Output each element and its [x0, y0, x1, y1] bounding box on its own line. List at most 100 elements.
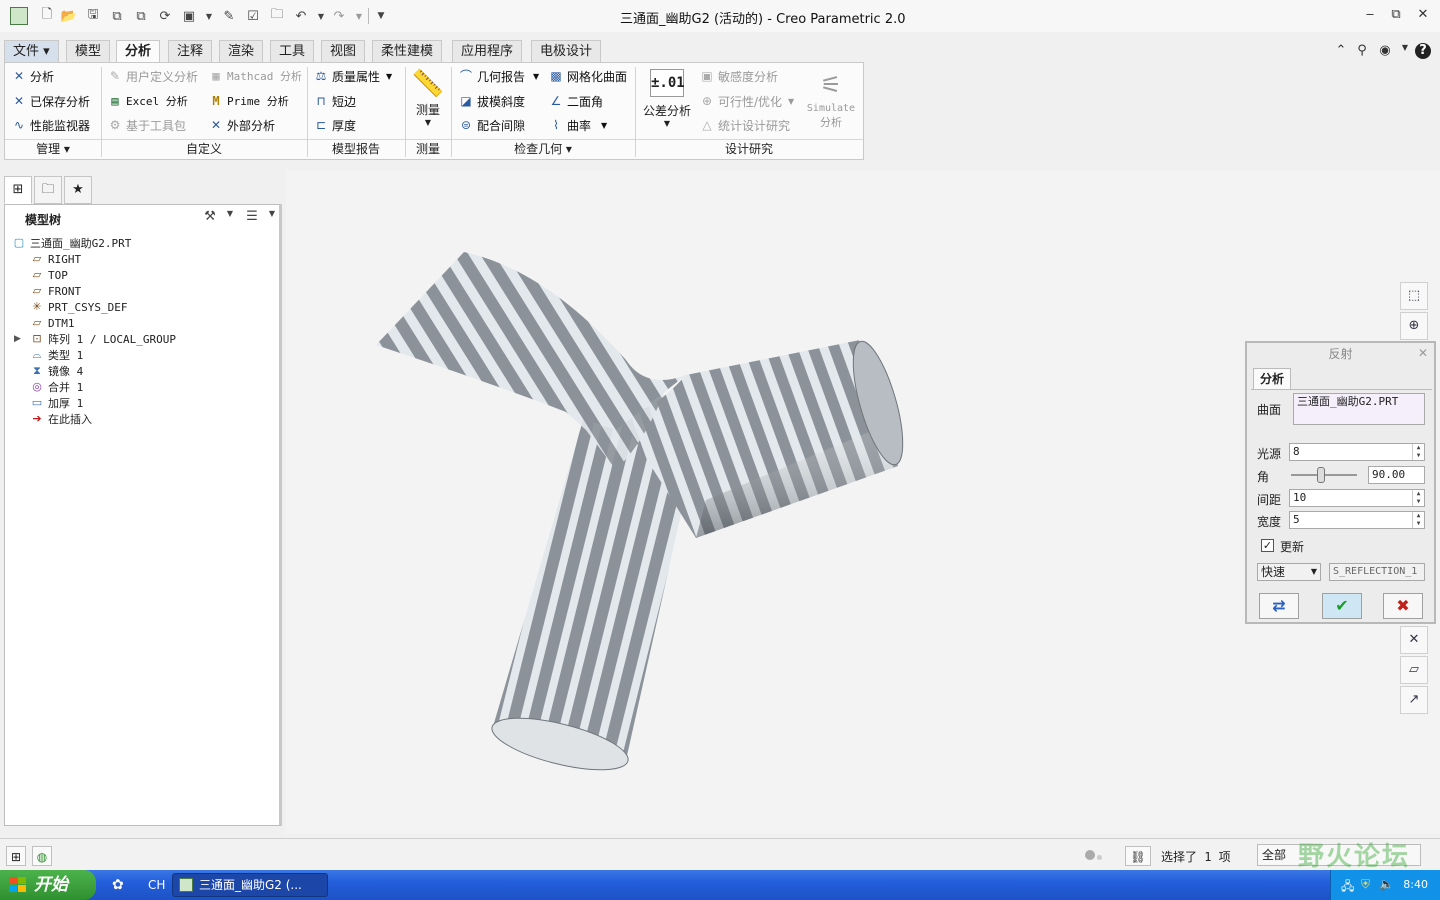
- network-icon[interactable]: 🖧: [1341, 877, 1354, 898]
- tree-node-dtm1[interactable]: ▱ DTM1: [29, 315, 75, 331]
- mathcad-analysis-button[interactable]: ▦ Mathcad 分析: [208, 66, 302, 86]
- open-icon[interactable]: 📂: [60, 7, 78, 25]
- feasibility-button[interactable]: ⊕ 可行性/优化 ▼: [699, 91, 794, 111]
- clearance-button[interactable]: ⊜ 配合间隙: [458, 115, 525, 135]
- volume-icon[interactable]: 🔈: [1379, 877, 1394, 891]
- simulate-analysis-button[interactable]: ⚟ Simulate 分析: [805, 67, 857, 137]
- quality-select[interactable]: 快速 ▼: [1257, 563, 1321, 581]
- mass-properties-button[interactable]: ⚖ 质量属性 ▼: [313, 66, 393, 86]
- taskbar-item-creo[interactable]: 三通面_幽助G2 (...: [172, 873, 328, 897]
- edit-icon[interactable]: ✎: [220, 7, 238, 25]
- analysis-button[interactable]: ✕ 分析: [11, 66, 54, 86]
- app-icon[interactable]: [10, 7, 28, 25]
- spinner-icon[interactable]: ▲ ▼: [1412, 444, 1424, 460]
- refit-icon[interactable]: ⬚: [1400, 282, 1428, 310]
- chevron-down-icon[interactable]: ▼: [263, 209, 281, 227]
- tree-columns-icon[interactable]: ☰: [243, 209, 261, 227]
- tree-node-csys[interactable]: ✳ PRT_CSYS_DEF: [29, 299, 127, 315]
- clock[interactable]: 8:40: [1403, 878, 1428, 891]
- search-icon[interactable]: ⚲: [1354, 43, 1370, 59]
- folder-browser-tab-icon[interactable]: 🗀: [34, 176, 62, 204]
- axis-display-icon[interactable]: ↗: [1400, 686, 1428, 714]
- community-dropdown-icon[interactable]: ▼: [1397, 43, 1413, 59]
- window-dropdown-icon[interactable]: ▼: [200, 7, 218, 25]
- tab-file[interactable]: 文件 ▾: [4, 40, 59, 62]
- folder-icon[interactable]: 🗀: [268, 7, 286, 25]
- undo-icon[interactable]: ↶: [292, 7, 310, 25]
- cancel-button[interactable]: ✖: [1383, 593, 1423, 619]
- measure-button[interactable]: 📏 测量 ▼: [411, 67, 445, 137]
- save-copy-icon[interactable]: ⧉: [108, 7, 126, 25]
- manage-group-label[interactable]: 管理 ▾: [5, 139, 101, 159]
- angle-field[interactable]: 90.00: [1368, 466, 1425, 484]
- restore-button[interactable]: ⧉: [1386, 7, 1406, 25]
- performance-monitor-button[interactable]: ∿ 性能监视器: [11, 115, 90, 135]
- expand-arrow-icon[interactable]: ▶: [14, 334, 21, 344]
- save-icon[interactable]: 🖫: [84, 7, 102, 25]
- help-icon[interactable]: ?: [1415, 43, 1431, 59]
- undo-dropdown-icon[interactable]: ▼: [312, 7, 330, 25]
- excel-analysis-button[interactable]: ▤ Excel 分析: [107, 91, 187, 111]
- tree-node-mirror[interactable]: ⧗ 镜像 4: [29, 363, 83, 379]
- tab-analysis[interactable]: 分析: [116, 40, 161, 63]
- angle-slider-thumb[interactable]: [1316, 467, 1325, 483]
- tree-settings-icon[interactable]: ⚒: [201, 209, 219, 227]
- shield-icon[interactable]: ⛨: [1361, 877, 1370, 892]
- inspect-geometry-group-label[interactable]: 检查几何 ▾: [451, 139, 635, 159]
- redo-dropdown-icon[interactable]: ▼: [350, 7, 368, 25]
- zoom-in-icon[interactable]: ⊕: [1400, 312, 1428, 340]
- mesh-surface-button[interactable]: ▩ 网格化曲面: [548, 66, 627, 86]
- browser-toggle-icon[interactable]: ◍: [32, 846, 52, 866]
- external-analysis-button[interactable]: ✕ 外部分析: [208, 115, 275, 135]
- minimize-button[interactable]: ‒: [1360, 7, 1380, 25]
- tab-model[interactable]: 模型: [66, 40, 111, 62]
- model-tree-toggle-icon[interactable]: ⊞: [6, 846, 26, 866]
- tree-node-merge[interactable]: ◎ 合并 1: [29, 379, 83, 395]
- tree-node-top[interactable]: ▱ TOP: [29, 267, 68, 283]
- quick-launch-icon[interactable]: ✿: [112, 873, 124, 897]
- thickness-button[interactable]: ⊏ 厚度: [313, 115, 356, 135]
- draft-button[interactable]: ◪ 拔模斜度: [458, 91, 525, 111]
- close-icon[interactable]: ✕: [1418, 346, 1428, 360]
- close-button[interactable]: ✕: [1413, 7, 1433, 25]
- light-source-field[interactable]: 8 ▲ ▼: [1289, 443, 1425, 461]
- tab-analysis[interactable]: 分析: [1253, 368, 1292, 390]
- chevron-down-icon[interactable]: ▼: [221, 209, 239, 227]
- community-icon[interactable]: ◉: [1377, 43, 1393, 59]
- new-icon[interactable]: 🗋: [38, 7, 56, 25]
- tree-node-insert-here[interactable]: ➔ 在此插入: [29, 411, 92, 427]
- tab-tools[interactable]: 工具: [270, 40, 315, 62]
- favorites-tab-icon[interactable]: ★: [64, 176, 92, 204]
- tree-node-front[interactable]: ▱ FRONT: [29, 283, 81, 299]
- tab-electrode-design[interactable]: 电极设计: [531, 40, 602, 62]
- saved-analysis-button[interactable]: ✕ 已保存分析: [11, 91, 90, 111]
- tree-node-pattern[interactable]: ⊡ 阵列 1 / LOCAL_GROUP: [29, 331, 176, 347]
- tab-applications[interactable]: 应用程序: [452, 40, 523, 62]
- tab-annotate[interactable]: 注释: [168, 40, 213, 62]
- curvature-button[interactable]: ⌇ 曲率 ▼: [548, 115, 607, 135]
- find-icon[interactable]: ⛓: [1125, 846, 1151, 866]
- spinner-icon[interactable]: ▲ ▼: [1412, 490, 1424, 506]
- user-defined-analysis-button[interactable]: ✎ 用户定义分析: [107, 66, 198, 86]
- regenerate-icon[interactable]: ⟳: [156, 7, 174, 25]
- plane-display-icon[interactable]: ▱: [1400, 656, 1428, 684]
- statistical-study-button[interactable]: △ 统计设计研究: [699, 115, 790, 135]
- tab-render[interactable]: 渲染: [219, 40, 264, 62]
- spinner-icon[interactable]: ▲ ▼: [1412, 512, 1424, 528]
- customize-icon[interactable]: ▼: [372, 7, 390, 25]
- backup-icon[interactable]: ⧉: [132, 7, 150, 25]
- prime-analysis-button[interactable]: M Prime 分析: [208, 91, 288, 111]
- spacing-field[interactable]: 10 ▲ ▼: [1289, 489, 1425, 507]
- start-button[interactable]: 开始: [0, 870, 96, 900]
- select-icon[interactable]: ☑: [244, 7, 262, 25]
- datum-display-icon[interactable]: ✕: [1400, 626, 1428, 654]
- width-field[interactable]: 5 ▲ ▼: [1289, 511, 1425, 529]
- ok-button[interactable]: ✔: [1322, 593, 1362, 619]
- collapse-ribbon-icon[interactable]: ⌃: [1333, 43, 1349, 59]
- dihedral-button[interactable]: ∠ 二面角: [548, 91, 603, 111]
- toolkit-analysis-button[interactable]: ⚙ 基于工具包: [107, 115, 186, 135]
- window-icon[interactable]: ▣: [180, 7, 198, 25]
- redo-icon[interactable]: ↷: [330, 7, 348, 25]
- language-indicator[interactable]: CH: [148, 873, 165, 897]
- sensitivity-analysis-button[interactable]: ▣ 敏感度分析: [699, 66, 778, 86]
